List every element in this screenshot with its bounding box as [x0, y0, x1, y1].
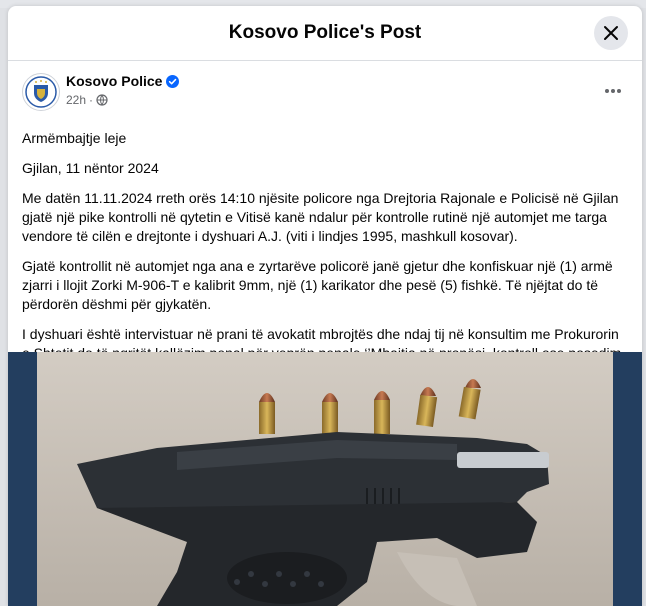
seized-pistol-and-cartridges-photo: [37, 352, 613, 606]
post-header: Kosovo Police 22h ·: [8, 61, 642, 123]
post-photo[interactable]: [8, 352, 642, 606]
dialog-title: Kosovo Police's Post: [228, 22, 422, 43]
post-timestamp[interactable]: 22h: [66, 93, 86, 107]
post-dialog: Kosovo Police's Post Kosovo Police 22h ·…: [8, 6, 642, 606]
page-name-link[interactable]: Kosovo Police: [66, 73, 180, 89]
more-options-button[interactable]: [604, 81, 622, 99]
more-icon: [605, 89, 621, 93]
post-headline: Armëmbajtje leje: [22, 130, 127, 146]
page-name[interactable]: Kosovo Police: [66, 73, 162, 89]
post-dateline: Gjilan, 11 nëntor 2024: [22, 160, 159, 176]
dialog-header: Kosovo Police's Post: [8, 6, 642, 61]
close-icon: [604, 26, 618, 40]
photo-content: [37, 352, 613, 606]
post-meta: 22h ·: [66, 93, 108, 107]
close-button[interactable]: [594, 16, 628, 50]
globe-icon[interactable]: [96, 94, 108, 106]
verified-badge-icon: [166, 74, 180, 88]
page-avatar[interactable]: [22, 73, 60, 111]
police-badge-logo: [25, 76, 57, 108]
post-text: Armëmbajtje leje Gjilan, 11 nëntor 2024 …: [8, 123, 642, 382]
meta-separator: ·: [89, 93, 94, 107]
post-paragraph: Me datën 11.11.2024 rreth orës 14:10 një…: [22, 190, 619, 244]
post-paragraph: Gjatë kontrollit në automjet nga ana e z…: [22, 258, 613, 312]
